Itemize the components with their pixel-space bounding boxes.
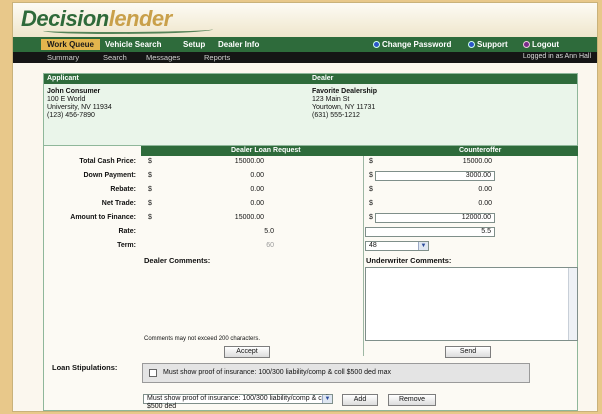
change-password-icon <box>373 41 380 48</box>
logged-in-text: Logged in as Ann Hall <box>522 53 591 60</box>
request-down-payment: 0.00 <box>250 172 264 179</box>
header: Decisionlender <box>13 3 597 37</box>
dealer-name: Favorite Dealership <box>312 88 377 95</box>
stipulation-item: Must show proof of insurance: 100/300 li… <box>163 369 392 376</box>
dollar-sign: $ <box>148 172 152 179</box>
label-total-cash-price: Total Cash Price: <box>79 158 136 165</box>
nav-work-queue[interactable]: Work Queue <box>41 39 100 50</box>
dollar-sign: $ <box>369 186 373 193</box>
dollar-sign: $ <box>369 214 373 221</box>
nav-dealer-info[interactable]: Dealer Info <box>218 39 259 50</box>
dollar-sign: $ <box>369 200 373 207</box>
nav-vehicle-search[interactable]: Vehicle Search <box>105 39 161 50</box>
request-total-cash-price: 15000.00 <box>234 158 264 165</box>
dealer-phone: (631) 555-1212 <box>312 112 360 119</box>
stipulation-select[interactable]: Must show proof of insurance: 100/300 li… <box>143 394 333 410</box>
send-button[interactable]: Send <box>445 346 491 358</box>
label-rebate: Rebate: <box>110 186 136 193</box>
textarea-scrollbar[interactable] <box>568 268 577 340</box>
counteroffer-heading: Counteroffer <box>459 147 502 154</box>
subnav-summary[interactable]: Summary <box>47 53 79 62</box>
counter-amount-to-finance-input[interactable]: 12000.00 <box>375 213 495 223</box>
counter-net-trade: 0.00 <box>478 200 492 207</box>
request-term: 60 <box>266 242 274 249</box>
logout-label: Logout <box>532 40 560 49</box>
dollar-sign: $ <box>148 186 152 193</box>
counter-term-value: 48 <box>369 242 377 249</box>
label-amount-to-finance: Amount to Finance: <box>70 214 136 221</box>
nav-setup[interactable]: Setup <box>183 39 205 50</box>
column-divider <box>363 156 364 356</box>
request-rebate: 0.00 <box>250 186 264 193</box>
app-window: Decisionlender Work Queue Vehicle Search… <box>12 2 598 412</box>
applicant-phone: (123) 456-7890 <box>47 112 95 119</box>
counter-total-cash-price: 15000.00 <box>462 158 492 165</box>
remove-stipulation-button[interactable]: Remove <box>388 394 436 406</box>
support-icon <box>468 41 475 48</box>
loan-panel: Dealer Loan Request Counteroffer Total C… <box>43 145 578 411</box>
dollar-sign: $ <box>148 200 152 207</box>
underwriter-comments-label: Underwriter Comments: <box>366 256 452 265</box>
applicant-dealer-header: Applicant Dealer <box>44 74 577 84</box>
request-rate: 5.0 <box>264 228 274 235</box>
dealer-comments-label: Dealer Comments: <box>144 256 211 265</box>
dollar-sign: $ <box>148 158 152 165</box>
dollar-sign: $ <box>369 158 373 165</box>
underwriter-comments-textarea[interactable] <box>365 267 578 341</box>
counter-term-select[interactable]: 48 ▼ <box>365 241 429 251</box>
request-net-trade: 0.00 <box>250 200 264 207</box>
logo-swoosh <box>43 26 213 34</box>
applicant-name: John Consumer <box>47 88 101 95</box>
dealer-address: Favorite Dealership 123 Main St Yourtown… <box>312 88 377 120</box>
label-down-payment: Down Payment: <box>83 172 136 179</box>
stipulations-list: Must show proof of insurance: 100/300 li… <box>142 363 530 383</box>
dollar-sign: $ <box>148 214 152 221</box>
subnav-messages[interactable]: Messages <box>146 53 180 62</box>
subnav-reports[interactable]: Reports <box>204 53 230 62</box>
applicant-dealer-panel: Applicant Dealer John Consumer 100 E Wor… <box>43 73 578 153</box>
dealer-city: Yourtown, NY 11731 <box>312 104 376 111</box>
label-rate: Rate: <box>118 228 136 235</box>
request-amount-to-finance: 15000.00 <box>234 214 264 221</box>
top-nav: Work Queue Vehicle Search Setup Dealer I… <box>13 37 597 52</box>
support-link[interactable]: Support <box>468 39 508 50</box>
dollar-sign: $ <box>369 172 373 179</box>
counter-rate-input[interactable]: 5.5 <box>365 227 495 237</box>
add-stipulation-button[interactable]: Add <box>342 394 378 406</box>
support-label: Support <box>477 40 508 49</box>
counter-down-payment-input[interactable]: 3000.00 <box>375 171 495 181</box>
logout-icon <box>523 41 530 48</box>
loan-stipulations-label: Loan Stipulations: <box>52 363 118 372</box>
change-password-link[interactable]: Change Password <box>373 39 451 50</box>
accept-button[interactable]: Accept <box>224 346 270 358</box>
loan-header: Dealer Loan Request Counteroffer <box>141 146 578 156</box>
dealer-heading: Dealer <box>312 75 334 82</box>
subnav-search[interactable]: Search <box>103 53 127 62</box>
label-net-trade: Net Trade: <box>101 200 136 207</box>
applicant-street: 100 E World <box>47 96 86 103</box>
label-term: Term: <box>117 242 136 249</box>
applicant-address: John Consumer 100 E World University, NV… <box>47 88 112 120</box>
stipulation-select-value: Must show proof of insurance: 100/300 li… <box>147 395 329 410</box>
dealer-street: 123 Main St <box>312 96 350 103</box>
change-password-label: Change Password <box>382 40 452 49</box>
comment-length-note: Comments may not exceed 200 characters. <box>144 336 261 342</box>
applicant-heading: Applicant <box>47 75 79 82</box>
chevron-down-icon: ▼ <box>322 395 332 403</box>
chevron-down-icon: ▼ <box>418 242 428 250</box>
sub-nav: Summary Search Messages Reports Logged i… <box>13 52 597 63</box>
counter-rebate: 0.00 <box>478 186 492 193</box>
logout-link[interactable]: Logout <box>523 39 559 50</box>
dealer-loan-request-heading: Dealer Loan Request <box>231 147 301 154</box>
stipulation-checkbox[interactable] <box>149 369 157 377</box>
applicant-city: University, NV 11934 <box>47 104 112 111</box>
